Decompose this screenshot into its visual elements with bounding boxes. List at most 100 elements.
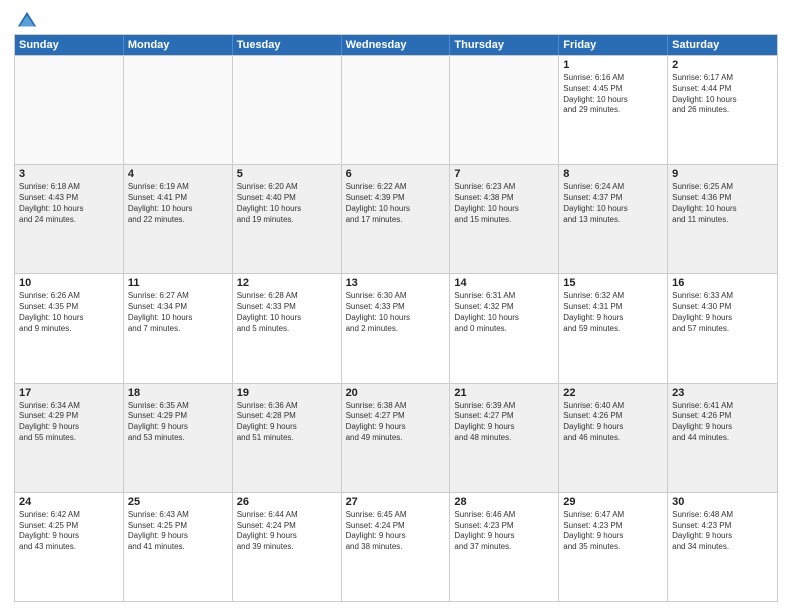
cell-info: Sunrise: 6:35 AM Sunset: 4:29 PM Dayligh… <box>128 401 228 444</box>
calendar-row-1: 3 Sunrise: 6:18 AM Sunset: 4:43 PM Daylig… <box>15 164 777 273</box>
cell-info: Sunrise: 6:23 AM Sunset: 4:38 PM Dayligh… <box>454 182 554 225</box>
header-day-thursday: Thursday <box>450 35 559 55</box>
cell-info: Sunrise: 6:34 AM Sunset: 4:29 PM Dayligh… <box>19 401 119 444</box>
calendar-cell: 9Sunrise: 6:25 AM Sunset: 4:36 PM Daylig… <box>668 165 777 273</box>
calendar-cell: 26Sunrise: 6:44 AM Sunset: 4:24 PM Dayli… <box>233 493 342 601</box>
calendar-cell: 12 Sunrise: 6:28 AM Sunset: 4:33 PM Dayli… <box>233 274 342 382</box>
day-number: 3 <box>19 168 119 180</box>
header <box>14 10 778 28</box>
calendar-cell <box>342 56 451 164</box>
calendar-cell: 13 Sunrise: 6:30 AM Sunset: 4:33 PM Dayli… <box>342 274 451 382</box>
day-number: 30 <box>672 496 773 508</box>
calendar-cell <box>233 56 342 164</box>
calendar-cell <box>450 56 559 164</box>
day-number: 14 <box>454 277 554 289</box>
header-day-monday: Monday <box>124 35 233 55</box>
day-number: 20 <box>346 387 446 399</box>
logo <box>14 10 38 28</box>
cell-info: Sunrise: 6:45 AM Sunset: 4:24 PM Dayligh… <box>346 510 446 553</box>
calendar-cell: 28 Sunrise: 6:46 AM Sunset: 4:23 PM Dayli… <box>450 493 559 601</box>
calendar-cell: 30 Sunrise: 6:48 AM Sunset: 4:23 PM Dayli… <box>668 493 777 601</box>
cell-info: Sunrise: 6:47 AM Sunset: 4:23 PM Dayligh… <box>563 510 663 553</box>
day-number: 13 <box>346 277 446 289</box>
cell-info: Sunrise: 6:27 AM Sunset: 4:34 PM Dayligh… <box>128 291 228 334</box>
day-number: 1 <box>563 59 663 71</box>
calendar-row-3: 17Sunrise: 6:34 AM Sunset: 4:29 PM Dayli… <box>15 383 777 492</box>
calendar: SundayMondayTuesdayWednesdayThursdayFrid… <box>14 34 778 602</box>
cell-info: Sunrise: 6:16 AM Sunset: 4:45 PM Dayligh… <box>563 73 663 116</box>
cell-info: Sunrise: 6:24 AM Sunset: 4:37 PM Dayligh… <box>563 182 663 225</box>
day-number: 8 <box>563 168 663 180</box>
cell-info: Sunrise: 6:28 AM Sunset: 4:33 PM Dayligh… <box>237 291 337 334</box>
day-number: 12 <box>237 277 337 289</box>
header-day-tuesday: Tuesday <box>233 35 342 55</box>
day-number: 26 <box>237 496 337 508</box>
calendar-cell: 27 Sunrise: 6:45 AM Sunset: 4:24 PM Dayli… <box>342 493 451 601</box>
cell-info: Sunrise: 6:46 AM Sunset: 4:23 PM Dayligh… <box>454 510 554 553</box>
cell-info: Sunrise: 6:33 AM Sunset: 4:30 PM Dayligh… <box>672 291 773 334</box>
calendar-cell: 3 Sunrise: 6:18 AM Sunset: 4:43 PM Daylig… <box>15 165 124 273</box>
calendar-cell: 10 Sunrise: 6:26 AM Sunset: 4:35 PM Dayli… <box>15 274 124 382</box>
cell-info: Sunrise: 6:17 AM Sunset: 4:44 PM Dayligh… <box>672 73 773 116</box>
cell-info: Sunrise: 6:39 AM Sunset: 4:27 PM Dayligh… <box>454 401 554 444</box>
cell-info: Sunrise: 6:20 AM Sunset: 4:40 PM Dayligh… <box>237 182 337 225</box>
day-number: 18 <box>128 387 228 399</box>
header-day-wednesday: Wednesday <box>342 35 451 55</box>
calendar-row-0: 1 Sunrise: 6:16 AM Sunset: 4:45 PM Daylig… <box>15 55 777 164</box>
cell-info: Sunrise: 6:38 AM Sunset: 4:27 PM Dayligh… <box>346 401 446 444</box>
day-number: 9 <box>672 168 773 180</box>
calendar-cell: 4Sunrise: 6:19 AM Sunset: 4:41 PM Daylig… <box>124 165 233 273</box>
calendar-cell: 24 Sunrise: 6:42 AM Sunset: 4:25 PM Dayli… <box>15 493 124 601</box>
calendar-cell: 5 Sunrise: 6:20 AM Sunset: 4:40 PM Daylig… <box>233 165 342 273</box>
calendar-cell <box>124 56 233 164</box>
day-number: 25 <box>128 496 228 508</box>
day-number: 21 <box>454 387 554 399</box>
cell-info: Sunrise: 6:18 AM Sunset: 4:43 PM Dayligh… <box>19 182 119 225</box>
calendar-cell: 29 Sunrise: 6:47 AM Sunset: 4:23 PM Dayli… <box>559 493 668 601</box>
calendar-cell: 1 Sunrise: 6:16 AM Sunset: 4:45 PM Daylig… <box>559 56 668 164</box>
calendar-cell: 7Sunrise: 6:23 AM Sunset: 4:38 PM Daylig… <box>450 165 559 273</box>
day-number: 10 <box>19 277 119 289</box>
calendar-cell: 19Sunrise: 6:36 AM Sunset: 4:28 PM Dayli… <box>233 384 342 492</box>
day-number: 22 <box>563 387 663 399</box>
day-number: 28 <box>454 496 554 508</box>
calendar-cell: 6Sunrise: 6:22 AM Sunset: 4:39 PM Daylig… <box>342 165 451 273</box>
cell-info: Sunrise: 6:22 AM Sunset: 4:39 PM Dayligh… <box>346 182 446 225</box>
cell-info: Sunrise: 6:43 AM Sunset: 4:25 PM Dayligh… <box>128 510 228 553</box>
cell-info: Sunrise: 6:32 AM Sunset: 4:31 PM Dayligh… <box>563 291 663 334</box>
header-day-friday: Friday <box>559 35 668 55</box>
page: SundayMondayTuesdayWednesdayThursdayFrid… <box>0 0 792 612</box>
cell-info: Sunrise: 6:19 AM Sunset: 4:41 PM Dayligh… <box>128 182 228 225</box>
cell-info: Sunrise: 6:26 AM Sunset: 4:35 PM Dayligh… <box>19 291 119 334</box>
calendar-cell <box>15 56 124 164</box>
day-number: 11 <box>128 277 228 289</box>
calendar-cell: 8 Sunrise: 6:24 AM Sunset: 4:37 PM Daylig… <box>559 165 668 273</box>
day-number: 15 <box>563 277 663 289</box>
calendar-cell: 16Sunrise: 6:33 AM Sunset: 4:30 PM Dayli… <box>668 274 777 382</box>
calendar-cell: 17Sunrise: 6:34 AM Sunset: 4:29 PM Dayli… <box>15 384 124 492</box>
calendar-row-4: 24 Sunrise: 6:42 AM Sunset: 4:25 PM Dayli… <box>15 492 777 601</box>
cell-info: Sunrise: 6:42 AM Sunset: 4:25 PM Dayligh… <box>19 510 119 553</box>
cell-info: Sunrise: 6:40 AM Sunset: 4:26 PM Dayligh… <box>563 401 663 444</box>
calendar-cell: 18 Sunrise: 6:35 AM Sunset: 4:29 PM Dayli… <box>124 384 233 492</box>
calendar-cell: 20 Sunrise: 6:38 AM Sunset: 4:27 PM Dayli… <box>342 384 451 492</box>
header-day-saturday: Saturday <box>668 35 777 55</box>
cell-info: Sunrise: 6:41 AM Sunset: 4:26 PM Dayligh… <box>672 401 773 444</box>
calendar-row-2: 10 Sunrise: 6:26 AM Sunset: 4:35 PM Dayli… <box>15 273 777 382</box>
day-number: 27 <box>346 496 446 508</box>
calendar-cell: 11 Sunrise: 6:27 AM Sunset: 4:34 PM Dayli… <box>124 274 233 382</box>
calendar-cell: 25 Sunrise: 6:43 AM Sunset: 4:25 PM Dayli… <box>124 493 233 601</box>
calendar-cell: 21 Sunrise: 6:39 AM Sunset: 4:27 PM Dayli… <box>450 384 559 492</box>
calendar-cell: 15 Sunrise: 6:32 AM Sunset: 4:31 PM Dayli… <box>559 274 668 382</box>
calendar-body: 1 Sunrise: 6:16 AM Sunset: 4:45 PM Daylig… <box>15 55 777 601</box>
cell-info: Sunrise: 6:31 AM Sunset: 4:32 PM Dayligh… <box>454 291 554 334</box>
day-number: 5 <box>237 168 337 180</box>
calendar-cell: 14 Sunrise: 6:31 AM Sunset: 4:32 PM Dayli… <box>450 274 559 382</box>
calendar-cell: 23Sunrise: 6:41 AM Sunset: 4:26 PM Dayli… <box>668 384 777 492</box>
cell-info: Sunrise: 6:30 AM Sunset: 4:33 PM Dayligh… <box>346 291 446 334</box>
day-number: 24 <box>19 496 119 508</box>
cell-info: Sunrise: 6:48 AM Sunset: 4:23 PM Dayligh… <box>672 510 773 553</box>
day-number: 29 <box>563 496 663 508</box>
day-number: 2 <box>672 59 773 71</box>
day-number: 19 <box>237 387 337 399</box>
